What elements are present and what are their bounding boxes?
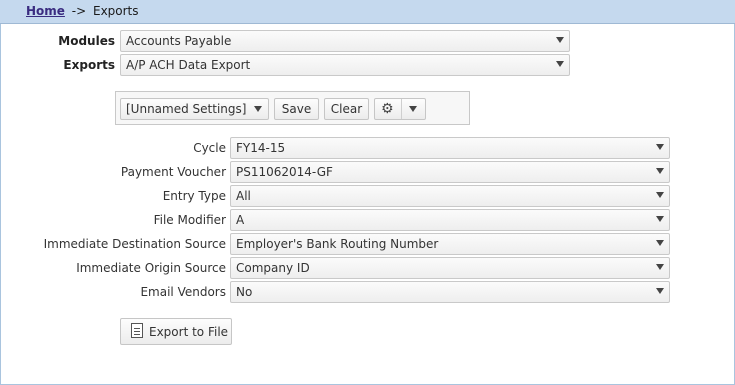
saved-settings-value: [Unnamed Settings] — [126, 102, 247, 116]
breadcrumb-current: Exports — [92, 4, 139, 18]
entry-type-label: Entry Type — [162, 189, 226, 203]
exports-select[interactable]: A/P ACH Data Export — [120, 54, 570, 76]
chevron-down-icon — [254, 106, 262, 112]
immediate-destination-source-label: Immediate Destination Source — [43, 237, 226, 251]
settings-menu-button[interactable]: ⚙ — [374, 98, 426, 120]
immediate-origin-source-select[interactable]: Company ID — [230, 257, 670, 279]
exports-label: Exports — [63, 58, 115, 72]
file-modifier-value: A — [236, 213, 245, 227]
payment-voucher-value: PS11062014-GF — [236, 165, 333, 179]
entry-type-value: All — [236, 189, 251, 203]
payment-voucher-select[interactable]: PS11062014-GF — [230, 161, 670, 183]
email-vendors-value: No — [236, 285, 253, 299]
chevron-down-icon — [656, 144, 664, 150]
payment-voucher-label: Payment Voucher — [120, 165, 226, 179]
entry-type-select[interactable]: All — [230, 185, 670, 207]
chevron-down-icon — [656, 264, 664, 270]
modules-select[interactable]: Accounts Payable — [120, 30, 570, 52]
email-vendors-select[interactable]: No — [230, 281, 670, 303]
chevron-down-icon — [656, 192, 664, 198]
export-to-file-label: Export to File — [149, 325, 229, 339]
chevron-down-icon — [556, 61, 564, 67]
save-button[interactable]: Save — [274, 98, 319, 120]
immediate-origin-source-label: Immediate Origin Source — [76, 261, 226, 275]
breadcrumb-home-link[interactable]: Home — [26, 4, 65, 18]
breadcrumb: Home -> Exports — [0, 0, 735, 24]
modules-label: Modules — [58, 34, 115, 48]
settings-toolbar: [Unnamed Settings] Save Clear ⚙ — [115, 91, 470, 125]
chevron-down-icon — [409, 106, 417, 112]
cycle-label: Cycle — [193, 141, 226, 155]
modules-value: Accounts Payable — [126, 34, 232, 48]
breadcrumb-separator: -> — [71, 4, 87, 18]
clear-button[interactable]: Clear — [324, 98, 369, 120]
immediate-origin-source-value: Company ID — [236, 261, 310, 275]
file-modifier-select[interactable]: A — [230, 209, 670, 231]
document-icon — [131, 323, 143, 338]
saved-settings-select[interactable]: [Unnamed Settings] — [120, 98, 269, 120]
chevron-down-icon — [556, 37, 564, 43]
chevron-down-icon — [656, 168, 664, 174]
file-modifier-label: File Modifier — [153, 213, 226, 227]
chevron-down-icon — [656, 240, 664, 246]
cycle-select[interactable]: FY14-15 — [230, 137, 670, 159]
exports-value: A/P ACH Data Export — [126, 58, 251, 72]
chevron-down-icon — [656, 216, 664, 222]
cycle-value: FY14-15 — [236, 141, 286, 155]
button-divider — [401, 99, 402, 119]
email-vendors-label: Email Vendors — [140, 285, 226, 299]
gear-icon: ⚙ — [381, 101, 394, 117]
immediate-destination-source-select[interactable]: Employer's Bank Routing Number — [230, 233, 670, 255]
immediate-destination-source-value: Employer's Bank Routing Number — [236, 237, 439, 251]
chevron-down-icon — [656, 288, 664, 294]
export-to-file-button[interactable]: Export to File — [120, 318, 232, 345]
